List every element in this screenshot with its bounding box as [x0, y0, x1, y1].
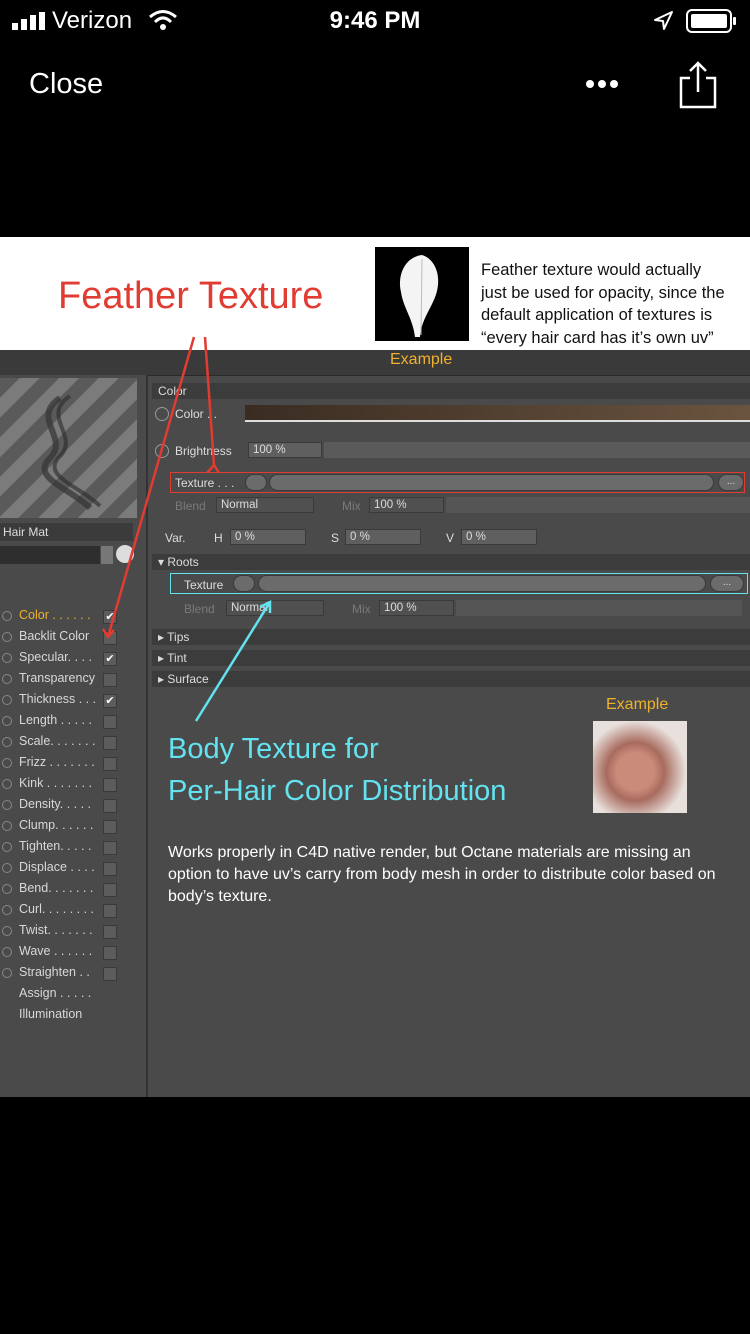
close-button[interactable]: Close — [29, 68, 103, 101]
works-description: Works properly in C4D native render, but… — [168, 844, 716, 905]
body-texture-title: Body Texture for Per-Hair Color Distribu… — [168, 728, 506, 812]
example-thumbnail — [593, 721, 687, 813]
annotation-arrows — [101, 336, 272, 722]
status-bar: Verizon 9:46 PM — [0, 0, 750, 40]
body-title-line-1: Body Texture for — [168, 733, 379, 765]
body-title-line-2: Per-Hair Color Distribution — [168, 775, 507, 807]
red-arrow-to-transparency — [106, 336, 196, 638]
location-icon — [654, 11, 673, 30]
clock: 9:46 PM — [329, 7, 421, 34]
share-icon[interactable] — [678, 60, 718, 110]
screenshot-image: Feather Texture Feather texture would ac… — [0, 237, 750, 1097]
cyan-arrow-to-roots — [194, 601, 272, 722]
battery-icon — [686, 9, 736, 33]
more-icon[interactable] — [585, 78, 619, 90]
example-label-bottom: Example — [606, 696, 669, 713]
red-arrow-to-texture — [203, 336, 216, 466]
